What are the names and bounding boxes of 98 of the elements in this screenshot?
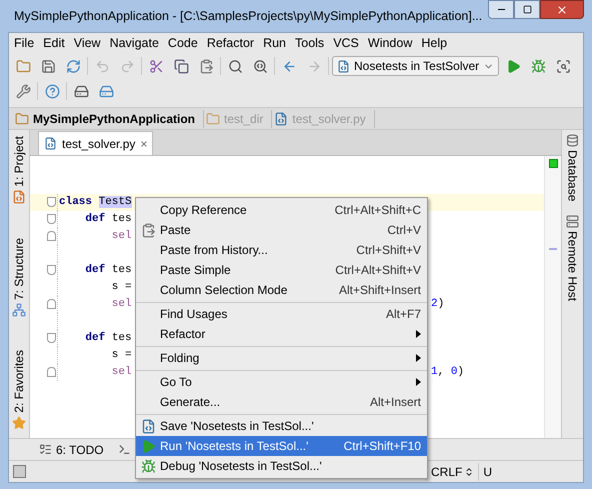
paste-icon — [140, 222, 156, 238]
tool-window-tab[interactable]: Remote Host — [564, 215, 582, 302]
window-title: MySimplePythonApplication - [C:\SamplesProjects\py\MySimplePythonApplication]... — [14, 8, 482, 25]
fold-marker-icon[interactable] — [47, 299, 56, 309]
menu-item-label: Generate... — [160, 394, 220, 411]
menu-item[interactable]: File — [14, 34, 34, 52]
close-button[interactable] — [540, 0, 584, 19]
menu-item-label: Run 'Nosetests in TestSol...' — [160, 438, 308, 455]
fold-marker-icon[interactable] — [47, 265, 56, 275]
tool-window-tab[interactable]: Database — [564, 134, 582, 202]
context-menu-item[interactable]: Generate... Alt+Insert — [136, 392, 427, 412]
context-menu-item[interactable]: Paste Simple Ctrl+Alt+Shift+V — [136, 260, 427, 280]
context-menu-item[interactable]: Save 'Nosetests in TestSol...' — [136, 416, 427, 436]
code-line: s = — [110, 348, 132, 364]
menu-item[interactable]: Window — [368, 34, 412, 52]
code-line: sel — [110, 297, 132, 312]
terminal-icon[interactable] — [118, 443, 131, 456]
menu-item-label: Paste — [160, 222, 191, 239]
menu-item-label: Paste from History... — [160, 242, 268, 259]
menu-item[interactable]: Tools — [295, 34, 324, 52]
menu-item[interactable]: Navigate — [110, 34, 159, 52]
fold-marker-icon[interactable] — [47, 197, 56, 207]
encoding-selector[interactable]: U — [478, 462, 496, 480]
code-line: sel — [110, 365, 132, 380]
context-menu-item[interactable]: Column Selection Mode Alt+Shift+Insert — [136, 280, 427, 300]
submenu-arrow-icon — [416, 378, 421, 386]
tool-window-tab[interactable]: 7: Structure — [10, 238, 28, 317]
code-line: class TestS — [59, 195, 132, 210]
shortcut-label: Alt+F7 — [386, 306, 421, 323]
todo-icon — [39, 443, 52, 456]
fold-marker-icon[interactable] — [47, 214, 56, 224]
shortcut-label: Ctrl+Shift+V — [356, 242, 421, 259]
close-icon — [556, 4, 568, 16]
editor-tab[interactable]: test_solver.py × — [38, 131, 154, 155]
menu-item[interactable]: Help — [421, 34, 448, 52]
maximize-icon — [522, 5, 532, 14]
shortcut-label: Ctrl+Shift+F10 — [344, 438, 421, 455]
submenu-arrow-icon — [416, 354, 421, 362]
maximize-button[interactable] — [514, 0, 540, 19]
status-indicator-icon — [548, 159, 558, 168]
tab-label: test_solver.py — [62, 136, 136, 152]
code-line: sel — [110, 229, 132, 244]
context-menu-item[interactable]: Go To — [136, 372, 427, 392]
context-menu-item[interactable]: Refactor — [136, 324, 427, 344]
code-fragment: 2) — [431, 297, 444, 312]
menu-item-label: Find Usages — [160, 306, 228, 323]
code-fragment: 1, 0) — [431, 365, 464, 380]
database-icon — [566, 134, 579, 147]
shortcut-label: Alt+Insert — [370, 394, 421, 411]
bug-icon — [140, 458, 156, 474]
run-configuration-dropdown[interactable]: Nosetests in TestSolver — [332, 56, 500, 76]
shortcut-label: Ctrl+V — [387, 222, 421, 239]
menu-item-label: Go To — [160, 374, 192, 391]
menu-item-label: Debug 'Nosetests in TestSol...' — [160, 458, 322, 475]
folder-icon — [15, 112, 29, 126]
menu-item[interactable]: Edit — [43, 34, 65, 52]
menu-item[interactable]: Refactor — [206, 34, 254, 52]
up-down-icon — [464, 466, 474, 476]
fold-marker-icon[interactable] — [47, 231, 56, 241]
menu-item-label: Paste Simple — [160, 262, 231, 279]
structure-icon — [12, 302, 26, 317]
tool-window-tab[interactable]: 1: Project — [10, 136, 28, 204]
shortcut-label: Alt+Shift+Insert — [338, 282, 421, 299]
menu-item[interactable]: Run — [263, 34, 286, 52]
code-line: s = — [110, 280, 132, 296]
line-separator-label: CRLF — [431, 464, 462, 480]
code-line: def tes — [84, 262, 132, 278]
fold-marker-icon[interactable] — [47, 333, 56, 343]
tool-window-tab[interactable]: 2: Favorites — [10, 350, 28, 430]
context-menu-item[interactable]: Copy Reference Ctrl+Alt+Shift+C — [136, 200, 427, 220]
submenu-arrow-icon — [416, 330, 421, 338]
star-icon — [12, 416, 26, 430]
context-menu-item[interactable]: Find Usages Alt+F7 — [136, 304, 427, 324]
context-menu-item[interactable]: Folding — [136, 348, 427, 368]
code-line: def tes — [84, 330, 132, 346]
folder-icon — [206, 112, 220, 126]
fold-marker-icon[interactable] — [47, 367, 56, 377]
context-menu-item[interactable]: Paste from History... Ctrl+Shift+V — [136, 240, 427, 260]
context-menu-item[interactable]: Debug 'Nosetests in TestSol...' — [136, 456, 427, 476]
server-icon — [566, 215, 579, 228]
code-line: def tes — [84, 212, 132, 228]
breadcrumb[interactable]: MySimplePythonApplication — [15, 110, 204, 128]
menu-item-label: Refactor — [160, 326, 206, 343]
menu-item-label: Save 'Nosetests in TestSol...' — [160, 418, 314, 435]
menu-item[interactable]: VCS — [333, 34, 359, 52]
menu-item[interactable]: Code — [168, 34, 198, 52]
menu-item-label: Column Selection Mode — [160, 282, 288, 299]
play-icon — [140, 438, 156, 454]
tool-window-tab[interactable]: 6: TODO — [39, 440, 104, 458]
marker-icon — [549, 248, 557, 250]
menu-item-label: Folding — [160, 350, 200, 367]
close-tab-button[interactable]: × — [140, 134, 148, 152]
context-menu-item[interactable]: Paste Ctrl+V — [136, 220, 427, 240]
context-menu-item[interactable]: Run 'Nosetests in TestSol...' Ctrl+Shift+F10 — [136, 436, 427, 456]
shortcut-label: Ctrl+Alt+Shift+C — [334, 202, 421, 219]
menu-item[interactable]: View — [74, 34, 101, 52]
shortcut-label: Ctrl+Alt+Shift+V — [335, 262, 421, 279]
menu-item-label: Copy Reference — [160, 202, 247, 219]
